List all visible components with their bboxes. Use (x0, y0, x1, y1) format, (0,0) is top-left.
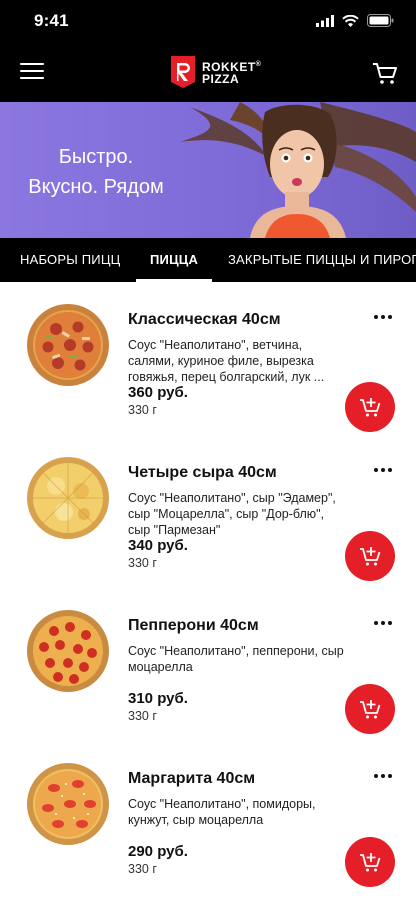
banner-line2: Вкусно. Рядом (28, 176, 164, 198)
battery-icon (367, 14, 394, 27)
product-name: Пепперони 40см (128, 617, 259, 634)
logo-line2: PIZZA (202, 72, 240, 86)
add-to-cart-icon (360, 547, 381, 566)
product-weight: 330 г (128, 862, 157, 876)
banner-text: Быстро. Вкусно. Рядом (26, 142, 166, 202)
tab-label: ЗАКРЫТЫЕ ПИЦЦЫ И ПИРОГИ (228, 252, 416, 267)
pizza-pepperoni-image (27, 610, 109, 692)
tab-label: ПИЦЦА (150, 252, 199, 267)
add-to-cart-icon (360, 853, 381, 872)
more-dots-icon[interactable] (374, 464, 394, 476)
product-description: Соус "Неаполитано", сыр "Эдамер", сыр "М… (128, 491, 336, 537)
tab-closed-pizzas-pies[interactable]: ЗАКРЫТЫЕ ПИЦЦЫ И ПИРОГИ (228, 238, 416, 282)
pizza-four-cheese-image (27, 457, 109, 539)
category-tabs: НАБОРЫ ПИЦЦ ПИЦЦА ЗАКРЫТЫЕ ПИЦЦЫ И ПИРОГ… (0, 238, 416, 282)
status-bar: 9:41 (0, 0, 416, 44)
product-price: 340 руб. (128, 537, 188, 554)
pizza-margherita-image (27, 763, 109, 845)
more-dots-icon[interactable] (374, 617, 394, 629)
more-dots-icon[interactable] (374, 311, 394, 323)
cart-icon[interactable] (372, 60, 398, 86)
tab-label: НАБОРЫ ПИЦЦ (20, 252, 121, 267)
add-to-cart-button[interactable] (345, 684, 395, 734)
hamburger-menu-icon[interactable] (20, 63, 44, 83)
logo-text: ROKKET® PIZZA (202, 59, 261, 85)
product-weight: 330 г (128, 403, 157, 417)
product-name: Классическая 40см (128, 311, 281, 328)
product-price: 290 руб. (128, 843, 188, 860)
wifi-icon (342, 14, 359, 27)
product-weight: 330 г (128, 556, 157, 570)
add-to-cart-icon (360, 398, 381, 417)
product-card[interactable]: Маргарита 40см Соус "Неаполитано", помид… (0, 754, 416, 900)
add-to-cart-button[interactable] (345, 531, 395, 581)
tab-pizza-sets[interactable]: НАБОРЫ ПИЦЦ (20, 238, 120, 282)
product-description: Соус "Неаполитано", пепперони, сыр моцар… (128, 644, 344, 674)
product-description: Соус "Неаполитано", помидоры, кунжут, сы… (128, 797, 316, 827)
promo-banner[interactable]: Быстро. Вкусно. Рядом (0, 102, 416, 238)
product-card[interactable]: Пепперони 40см Соус "Неаполитано", пеппе… (0, 601, 416, 754)
status-icons (316, 14, 394, 27)
rokket-logo-icon (171, 56, 195, 88)
product-price: 360 руб. (128, 384, 188, 401)
add-to-cart-icon (360, 700, 381, 719)
product-card[interactable]: Четыре сыра 40см Соус "Неаполитано", сыр… (0, 448, 416, 601)
banner-woman-image (180, 102, 416, 238)
status-time: 9:41 (34, 11, 69, 30)
product-name: Четыре сыра 40см (128, 464, 277, 481)
logo[interactable]: ROKKET® PIZZA (170, 54, 261, 90)
product-name: Маргарита 40см (128, 770, 256, 787)
app-header: ROKKET® PIZZA (0, 44, 416, 102)
product-description: Соус "Неаполитано", ветчина, салями, кур… (128, 338, 325, 384)
product-card[interactable]: Классическая 40см Соус "Неаполитано", ве… (0, 295, 416, 448)
tab-pizza[interactable]: ПИЦЦА (136, 238, 213, 282)
signal-icon (316, 14, 334, 27)
product-price: 310 руб. (128, 690, 188, 707)
add-to-cart-button[interactable] (345, 837, 395, 887)
add-to-cart-button[interactable] (345, 382, 395, 432)
product-weight: 330 г (128, 709, 157, 723)
banner-line1: Быстро. (58, 146, 134, 168)
more-dots-icon[interactable] (374, 770, 394, 782)
active-tab-indicator (136, 279, 213, 282)
pizza-classic-image (27, 304, 109, 386)
logo-line1: ROKKET® (202, 60, 262, 74)
